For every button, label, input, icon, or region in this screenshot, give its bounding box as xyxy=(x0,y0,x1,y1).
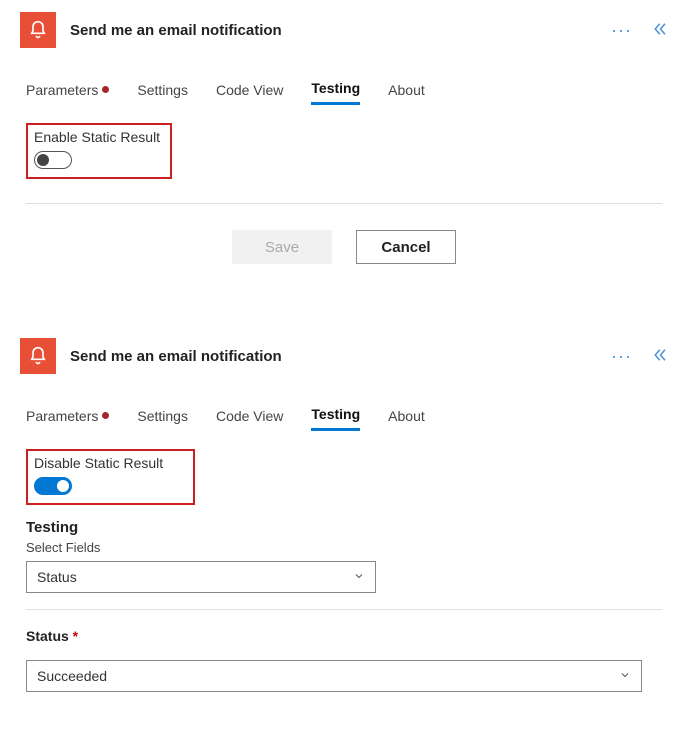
panel-body: Disable Static Result Testing Select Fie… xyxy=(0,431,688,692)
highlight-annotation: Enable Static Result xyxy=(26,123,172,179)
static-result-toggle-label: Disable Static Result xyxy=(34,455,163,471)
collapse-icon[interactable] xyxy=(650,20,668,41)
panel-title: Send me an email notification xyxy=(70,348,611,365)
tab-code-view[interactable]: Code View xyxy=(216,80,283,105)
action-panel-testing-on: Send me an email notification ··· Parame… xyxy=(0,326,688,692)
panel-header: Send me an email notification ··· xyxy=(0,0,688,56)
tab-parameters[interactable]: Parameters xyxy=(26,406,109,431)
chevron-down-icon xyxy=(619,668,631,684)
status-value: Succeeded xyxy=(37,668,107,684)
select-fields-label: Select Fields xyxy=(26,540,662,555)
button-row: Save Cancel xyxy=(0,204,688,298)
notification-bell-icon xyxy=(20,338,56,374)
status-dropdown[interactable]: Succeeded xyxy=(26,660,642,692)
static-result-toggle[interactable] xyxy=(34,151,72,169)
tab-code-view[interactable]: Code View xyxy=(216,406,283,431)
badge-dot-icon xyxy=(102,86,109,93)
more-menu-icon[interactable]: ··· xyxy=(611,346,632,367)
tab-testing[interactable]: Testing xyxy=(311,406,360,431)
more-menu-icon[interactable]: ··· xyxy=(611,20,632,41)
tab-testing[interactable]: Testing xyxy=(311,80,360,105)
static-result-toggle[interactable] xyxy=(34,477,72,495)
header-actions: ··· xyxy=(611,346,668,367)
tab-bar: Parameters Settings Code View Testing Ab… xyxy=(0,382,688,431)
action-panel-testing-off: Send me an email notification ··· Parame… xyxy=(0,0,688,298)
panel-header: Send me an email notification ··· xyxy=(0,326,688,382)
badge-dot-icon xyxy=(102,412,109,419)
status-label: Status xyxy=(26,628,662,644)
cancel-button[interactable]: Cancel xyxy=(356,230,456,264)
notification-bell-icon xyxy=(20,12,56,48)
static-result-toggle-label: Enable Static Result xyxy=(34,129,160,145)
tab-settings[interactable]: Settings xyxy=(137,80,188,105)
save-button[interactable]: Save xyxy=(232,230,332,264)
select-fields-value: Status xyxy=(37,569,77,585)
tab-settings[interactable]: Settings xyxy=(137,406,188,431)
tab-about[interactable]: About xyxy=(388,406,425,431)
chevron-down-icon xyxy=(353,569,365,585)
divider xyxy=(26,609,662,610)
highlight-annotation: Disable Static Result xyxy=(26,449,195,505)
testing-heading: Testing xyxy=(26,519,662,536)
tab-bar: Parameters Settings Code View Testing Ab… xyxy=(0,56,688,105)
select-fields-dropdown[interactable]: Status xyxy=(26,561,376,593)
tab-about[interactable]: About xyxy=(388,80,425,105)
tab-parameters[interactable]: Parameters xyxy=(26,80,109,105)
collapse-icon[interactable] xyxy=(650,346,668,367)
panel-body: Enable Static Result xyxy=(0,105,688,193)
panel-title: Send me an email notification xyxy=(70,22,611,39)
header-actions: ··· xyxy=(611,20,668,41)
